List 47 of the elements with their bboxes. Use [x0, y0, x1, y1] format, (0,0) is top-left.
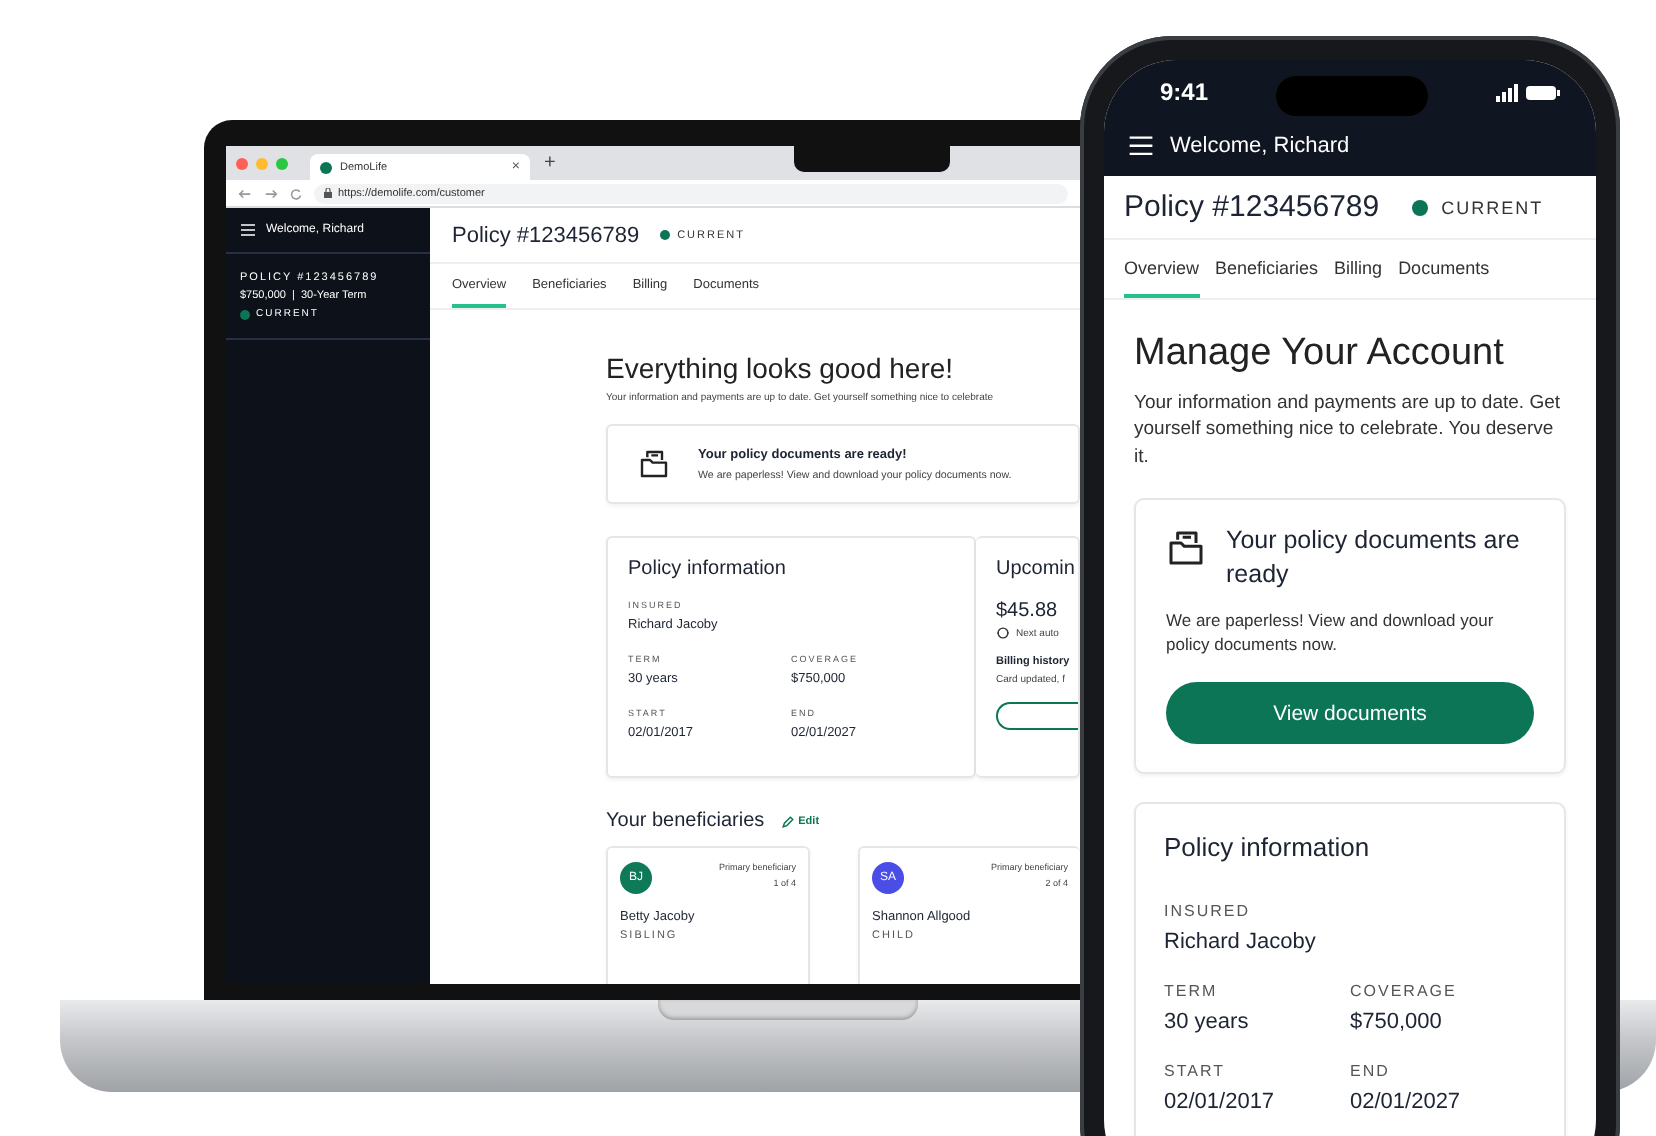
field-label: COVERAGE	[1350, 982, 1459, 1001]
close-window-icon[interactable]	[236, 157, 248, 169]
field-value: $750,000	[1350, 1010, 1444, 1035]
welcome-text: Welcome, Richard	[1170, 134, 1350, 158]
new-tab-button[interactable]: +	[544, 152, 556, 174]
card-title: Policy information	[628, 558, 788, 580]
reload-icon[interactable]	[290, 187, 302, 199]
card-title: Policy information	[1164, 832, 1372, 863]
field-label: TERM	[1164, 982, 1220, 1001]
forward-icon[interactable]	[264, 187, 278, 199]
field-value: 02/01/2027	[1350, 1090, 1463, 1115]
hero-title: Everything looks good here!	[606, 352, 956, 384]
field-label: INSURED	[1164, 902, 1253, 921]
signal-battery-icon	[1496, 83, 1560, 101]
policy-title: Policy #123456789	[1124, 190, 1380, 224]
tab[interactable]: Beneficiaries	[1215, 240, 1319, 298]
menu-icon[interactable]	[240, 224, 256, 236]
documents-text: We are paperless! View and download your policy documents now.	[1166, 607, 1496, 659]
payment-amount: $45.88	[996, 600, 1060, 622]
back-icon[interactable]	[238, 187, 252, 199]
status-dot	[659, 230, 670, 240]
status-time: 9:41	[1160, 78, 1209, 106]
policy-status: CURRENT	[1441, 197, 1544, 217]
autopay-icon	[996, 626, 1010, 640]
field-value: 02/01/2017	[1164, 1090, 1277, 1115]
intro-text: Your information and payments are up to date. Get yourself something nice to celebrate. You deserve it.	[1134, 390, 1563, 470]
view-documents-button[interactable]: View documents	[1166, 682, 1534, 745]
field-label: START	[1164, 1062, 1227, 1081]
field-label: END	[1350, 1062, 1392, 1081]
field-value: 30 years	[1164, 1010, 1251, 1035]
status-dot	[1411, 199, 1428, 215]
maximize-window-icon[interactable]	[276, 157, 288, 169]
folder-icon	[638, 448, 670, 480]
menu-icon[interactable]	[1128, 136, 1154, 156]
lock-icon	[324, 188, 332, 198]
page-heading: Manage Your Account	[1134, 332, 1506, 376]
card-title: Upcomin	[996, 558, 1077, 580]
section-title: Your beneficiaries	[606, 810, 765, 832]
tab[interactable]: Documents	[1398, 240, 1490, 298]
site-icon	[320, 161, 332, 173]
field-value: Richard Jacoby	[1164, 930, 1318, 955]
status-dot	[240, 309, 250, 319]
policy-title: Policy #123456789	[452, 223, 640, 247]
tab[interactable]: Billing	[1334, 240, 1383, 298]
tab[interactable]: Overview	[1124, 240, 1200, 298]
documents-title: Your policy documents are ready	[1226, 523, 1522, 592]
folder-icon	[1166, 527, 1206, 568]
